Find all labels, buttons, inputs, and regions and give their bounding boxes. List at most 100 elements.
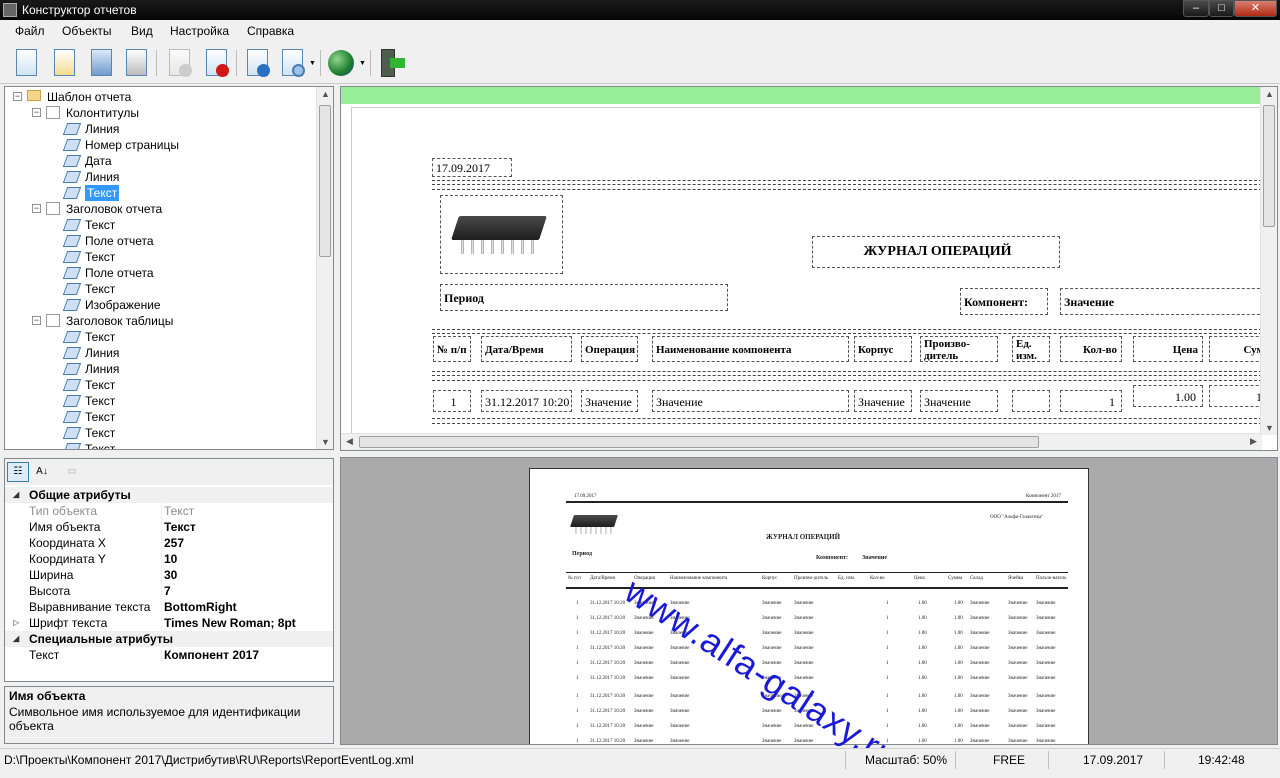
scroll-left-icon[interactable]: ◀ xyxy=(341,436,358,447)
tree-node[interactable]: Текст xyxy=(85,249,115,265)
tree-expander-icon[interactable]: − xyxy=(32,316,41,325)
property-row[interactable]: ▷ Шрифт текста Times New Roman; 8pt xyxy=(5,615,333,631)
property-row[interactable]: Текст Компонент 2017 xyxy=(5,647,333,663)
column-header[interactable]: Наименование компонента xyxy=(652,336,849,362)
zoom-dropdown-icon[interactable]: ▼ xyxy=(309,60,316,67)
zoom-icon[interactable] xyxy=(278,48,306,78)
tree-node[interactable]: Линия xyxy=(85,169,119,185)
menu-help[interactable]: Справка xyxy=(247,24,294,38)
tree-node[interactable]: Линия xyxy=(85,121,119,137)
scroll-thumb[interactable] xyxy=(319,105,331,257)
tree-expander-icon[interactable]: − xyxy=(13,92,22,101)
column-header[interactable]: Цена xyxy=(1133,336,1203,362)
component-label[interactable]: Компонент: xyxy=(960,288,1048,315)
save-icon[interactable] xyxy=(87,48,115,78)
image-field[interactable] xyxy=(440,195,563,274)
tree-node[interactable]: Текст xyxy=(85,425,115,441)
globe-icon[interactable] xyxy=(327,48,355,78)
designer-vscroll[interactable]: ▲ ▼ xyxy=(1260,87,1277,435)
column-header[interactable]: № п/п xyxy=(433,336,471,362)
close-button[interactable]: ✕ xyxy=(1234,0,1277,17)
data-field[interactable]: Значение xyxy=(581,390,638,412)
tree-node[interactable]: Поле отчета xyxy=(85,233,154,249)
tree-node[interactable]: Заголовок таблицы xyxy=(66,313,173,329)
menu-settings[interactable]: Настройка xyxy=(170,24,229,38)
scroll-up-icon[interactable]: ▲ xyxy=(317,89,333,99)
menu-file[interactable]: Файл xyxy=(15,24,45,38)
column-header[interactable]: Кол-во xyxy=(1060,336,1122,362)
tree-node[interactable]: Заголовок отчета xyxy=(66,201,162,217)
data-field[interactable]: 1.00 xyxy=(1133,385,1203,407)
property-value[interactable]: Текст xyxy=(164,503,194,519)
tree-node[interactable]: Текст xyxy=(85,217,115,233)
property-row[interactable]: Высота 7 xyxy=(5,583,333,599)
property-row[interactable]: Координата Y 10 xyxy=(5,551,333,567)
menu-objects[interactable]: Объекты xyxy=(62,24,112,38)
date-field[interactable]: 17.09.2017 xyxy=(432,158,512,177)
property-value[interactable]: Текст xyxy=(164,519,196,535)
scroll-up-icon[interactable]: ▲ xyxy=(1261,89,1277,99)
add-object-icon[interactable] xyxy=(165,48,193,78)
exit-icon[interactable] xyxy=(378,48,406,78)
column-header[interactable]: Произво-дитель xyxy=(920,336,998,362)
property-value[interactable]: BottomRight xyxy=(164,599,237,615)
data-field[interactable]: 1 xyxy=(1209,385,1262,407)
property-value[interactable]: 30 xyxy=(164,567,177,583)
collapse-icon[interactable]: ◢ xyxy=(13,631,19,647)
tree-node[interactable]: Линия xyxy=(85,361,119,377)
column-header[interactable]: Операция xyxy=(581,336,638,362)
scroll-thumb[interactable] xyxy=(1263,105,1275,227)
tree-node[interactable]: Текст xyxy=(85,185,120,201)
tree-expander-icon[interactable]: − xyxy=(32,108,41,117)
property-row[interactable]: Имя объекта Текст xyxy=(5,519,333,535)
column-header[interactable]: Корпус xyxy=(854,336,912,362)
globe-dropdown-icon[interactable]: ▼ xyxy=(359,60,366,67)
tree-node[interactable]: Текст xyxy=(85,409,115,425)
open-icon[interactable] xyxy=(50,48,78,78)
tree-node[interactable]: Текст xyxy=(85,393,115,409)
data-field[interactable]: 1 xyxy=(433,390,471,412)
data-field[interactable] xyxy=(1012,390,1050,412)
property-row[interactable]: Тип объекта Текст xyxy=(5,503,333,519)
data-field[interactable]: Значение xyxy=(854,390,912,412)
tree-node[interactable]: Номер страницы xyxy=(85,137,179,153)
scroll-right-icon[interactable]: ▶ xyxy=(1245,436,1262,447)
column-header[interactable]: Ед. изм. xyxy=(1012,336,1050,362)
sort-alpha-icon[interactable]: A↓ xyxy=(31,462,53,482)
design-canvas[interactable]: 17.09.2017 ЖУРНАЛ ОПЕРАЦИЙ Период Компон… xyxy=(351,107,1262,433)
new-icon[interactable] xyxy=(12,48,40,78)
delete-object-icon[interactable] xyxy=(202,48,230,78)
scroll-down-icon[interactable]: ▼ xyxy=(1261,423,1277,433)
maximize-button[interactable]: □ xyxy=(1209,0,1234,17)
tree-scrollbar[interactable]: ▲ ▼ xyxy=(316,87,333,449)
designer-hscroll[interactable]: ◀ ▶ xyxy=(341,433,1262,450)
property-value[interactable]: 257 xyxy=(164,535,184,551)
tree-node[interactable]: Шаблон отчета xyxy=(47,89,131,105)
expand-icon[interactable]: ▷ xyxy=(13,615,19,631)
data-field[interactable]: 1 xyxy=(1060,390,1122,412)
column-header[interactable]: Дата/Время xyxy=(481,336,572,362)
property-pages-icon[interactable]: ▭ xyxy=(61,462,83,482)
component-value-field[interactable]: Значение xyxy=(1060,288,1262,315)
tree-node[interactable]: Текст xyxy=(85,441,115,449)
property-value[interactable]: 10 xyxy=(164,551,177,567)
property-row[interactable]: Выравнивание текста BottomRight xyxy=(5,599,333,615)
tree-node[interactable]: Дата xyxy=(85,153,112,169)
tree-node[interactable]: Поле отчета xyxy=(85,265,154,281)
tree-node[interactable]: Текст xyxy=(85,329,115,345)
tree-node[interactable]: Текст xyxy=(85,377,115,393)
property-value[interactable]: 7 xyxy=(164,583,171,599)
tree-expander-icon[interactable]: − xyxy=(32,204,41,213)
tree-node[interactable]: Изображение xyxy=(85,297,161,313)
data-field[interactable]: 31.12.2017 10:20 xyxy=(481,390,572,412)
object-tree[interactable]: ▲ ▼ − Шаблон отчета − Колонтитулы Линия Номер… xyxy=(4,86,334,450)
period-field[interactable]: Период xyxy=(440,284,728,311)
menu-view[interactable]: Вид xyxy=(131,24,153,38)
refresh-icon[interactable] xyxy=(243,48,271,78)
report-title-field[interactable]: ЖУРНАЛ ОПЕРАЦИЙ xyxy=(812,236,1060,268)
scroll-down-icon[interactable]: ▼ xyxy=(317,437,333,447)
property-category[interactable]: ◢ Специальные атрибуты xyxy=(5,631,333,647)
print-icon[interactable] xyxy=(122,48,150,78)
column-header[interactable]: Сум xyxy=(1209,336,1262,362)
property-row[interactable]: Координата X 257 xyxy=(5,535,333,551)
